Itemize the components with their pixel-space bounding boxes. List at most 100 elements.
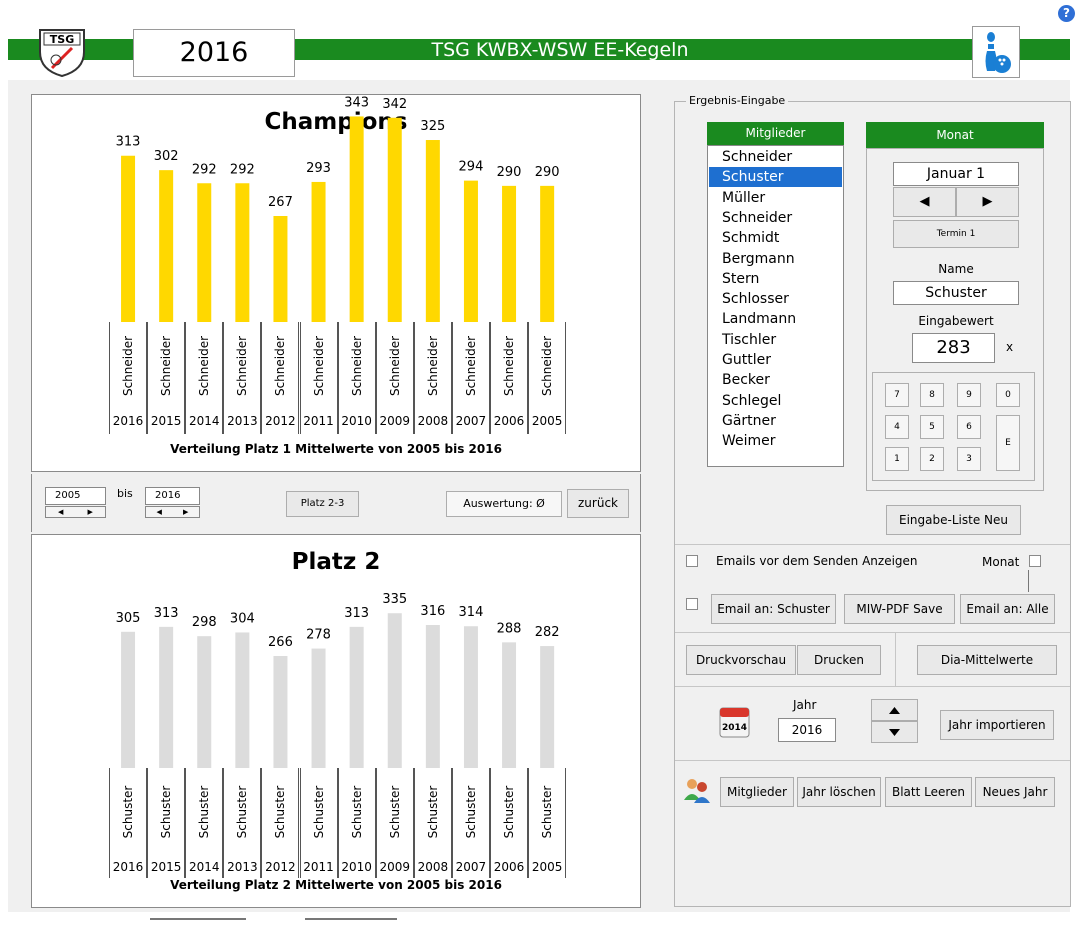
range-to-spinner[interactable]: ◀ ▶ [145, 506, 200, 518]
spin-left-icon[interactable]: ◀ [46, 507, 76, 517]
name-label: Schneider [121, 335, 136, 397]
eingabe-liste-neu-button[interactable]: Eingabe-Liste Neu [886, 505, 1021, 535]
name-label: Schneider [349, 335, 364, 397]
name-label: Schuster [349, 785, 364, 839]
new-year-button[interactable]: Neues Jahr [975, 777, 1055, 807]
spin-left-icon[interactable]: ◀ [146, 507, 173, 517]
month-field[interactable]: Januar 1 [893, 162, 1019, 186]
dia-mittelwerte-button[interactable]: Dia-Mittelwerte [917, 645, 1057, 675]
key-enter[interactable]: E [996, 415, 1020, 471]
pdf-save-button[interactable]: MIW-PDF Save [844, 594, 955, 624]
eingabewert-field[interactable]: 283 [912, 333, 995, 363]
next-month-button[interactable]: ▶ [956, 187, 1019, 217]
jahr-importieren-button[interactable]: Jahr importieren [940, 710, 1054, 740]
platz-2-3-button[interactable]: Platz 2-3 [286, 491, 359, 517]
member-item[interactable]: Bergmann [709, 249, 842, 269]
key-0[interactable]: 0 [996, 383, 1020, 407]
member-item[interactable]: Schlosser [709, 289, 842, 309]
email-member-button[interactable]: Email an: Schuster [711, 594, 836, 624]
show-emails-checkbox[interactable] [686, 555, 698, 567]
prev-month-button[interactable]: ◀ [893, 187, 956, 217]
members-button[interactable]: Mitglieder [720, 777, 794, 807]
termin-button[interactable]: Termin 1 [893, 220, 1019, 248]
key-6[interactable]: 6 [957, 415, 981, 439]
bar-value-2014: 292 [192, 162, 217, 177]
member-item[interactable]: Landmann [709, 309, 842, 329]
spin-right-icon[interactable]: ▶ [76, 507, 106, 517]
member-item[interactable]: Schmidt [709, 228, 842, 248]
scrollbar-fragment[interactable] [150, 918, 246, 923]
year-label: 2010 [341, 414, 372, 428]
year-label: 2006 [493, 860, 525, 874]
year-label: 2014 [188, 860, 220, 874]
member-item[interactable]: Becker [709, 370, 842, 390]
member-item[interactable]: Stern [709, 269, 842, 289]
separator [675, 760, 1070, 761]
calendar-text: 2014 [722, 723, 747, 733]
member-item[interactable]: Tischler [709, 330, 842, 350]
print-button[interactable]: Drucken [797, 645, 881, 675]
clear-sheet-button[interactable]: Blatt Leeren [885, 777, 972, 807]
spin-right-icon[interactable]: ▶ [173, 507, 200, 517]
range-from-field[interactable]: 2005 [45, 487, 106, 505]
member-item[interactable]: Guttler [709, 350, 842, 370]
member-item[interactable]: Müller [709, 188, 842, 208]
arrow-left-icon: ◀ [919, 194, 930, 209]
member-item[interactable]: Schlegel [709, 391, 842, 411]
key-3[interactable]: 3 [957, 447, 981, 471]
member-item[interactable]: Weimer [709, 431, 842, 451]
range-bis-label: bis [117, 487, 133, 500]
key-5[interactable]: 5 [920, 415, 944, 439]
arrow-down-icon [889, 729, 900, 736]
year-label: 2012 [265, 414, 296, 428]
members-list[interactable]: Schneider Schuster Müller Schneider Schmidt B… [707, 145, 844, 467]
year-label: 2016 [112, 414, 144, 428]
scrollbar-fragment[interactable] [305, 918, 397, 923]
app-title: TSG KWBX-WSW EE-Kegeln [431, 39, 689, 61]
member-item[interactable]: Schneider [709, 208, 842, 228]
name-field[interactable]: Schuster [893, 281, 1019, 305]
key-2[interactable]: 2 [920, 447, 944, 471]
show-emails-label: Emails vor dem Senden Anzeigen [716, 554, 918, 568]
bar-2010 [349, 116, 364, 322]
bar-2013 [235, 183, 250, 322]
range-from-spinner[interactable]: ◀ ▶ [45, 506, 106, 518]
bar-value-2016: 313 [116, 135, 141, 150]
year-down-button[interactable] [871, 721, 918, 743]
member-item[interactable]: Gärtner [709, 411, 842, 431]
champions-subtitle: Verteilung Platz 1 Mittelwerte von 2005 … [170, 442, 502, 456]
key-1[interactable]: 1 [885, 447, 909, 471]
year-up-button[interactable] [871, 699, 918, 721]
bar-value-2008: 316 [420, 604, 445, 619]
back-button[interactable]: zurück [567, 489, 629, 518]
key-8[interactable]: 8 [920, 383, 944, 407]
users-icon [683, 776, 711, 804]
member-item[interactable]: Schneider [709, 147, 842, 167]
member-item[interactable]: Schuster [709, 167, 842, 188]
key-9[interactable]: 9 [957, 383, 981, 407]
email-member-checkbox[interactable] [686, 598, 698, 610]
table-column: Schuster 2008 [413, 768, 452, 878]
bar-2014 [197, 183, 212, 322]
name-label: Schuster [502, 785, 517, 839]
table-column: Schuster 2012 [261, 768, 300, 878]
connector-line [1028, 570, 1029, 592]
print-preview-button[interactable]: Druckvorschau [686, 645, 796, 675]
monat-checkbox[interactable] [1029, 555, 1041, 567]
year-label: 2009 [379, 414, 410, 428]
table-column: Schuster 2007 [451, 768, 490, 878]
help-icon[interactable]: ? [1058, 5, 1075, 22]
jahr-field[interactable]: 2016 [778, 718, 836, 742]
table-column: Schuster 2016 [109, 768, 148, 878]
year-label: 2009 [379, 860, 410, 874]
auswertung-button[interactable]: Auswertung: Ø [446, 491, 562, 517]
bar-2016 [121, 631, 136, 768]
range-to-field[interactable]: 2016 [145, 487, 200, 505]
delete-year-button[interactable]: Jahr löschen [797, 777, 881, 807]
key-7[interactable]: 7 [885, 383, 909, 407]
bowling-button[interactable] [972, 26, 1020, 78]
email-all-button[interactable]: Email an: Alle [960, 594, 1055, 624]
ergebnis-eingabe-title: Ergebnis-Eingabe [686, 94, 789, 107]
key-4[interactable]: 4 [885, 415, 909, 439]
bar-2006 [502, 185, 517, 322]
